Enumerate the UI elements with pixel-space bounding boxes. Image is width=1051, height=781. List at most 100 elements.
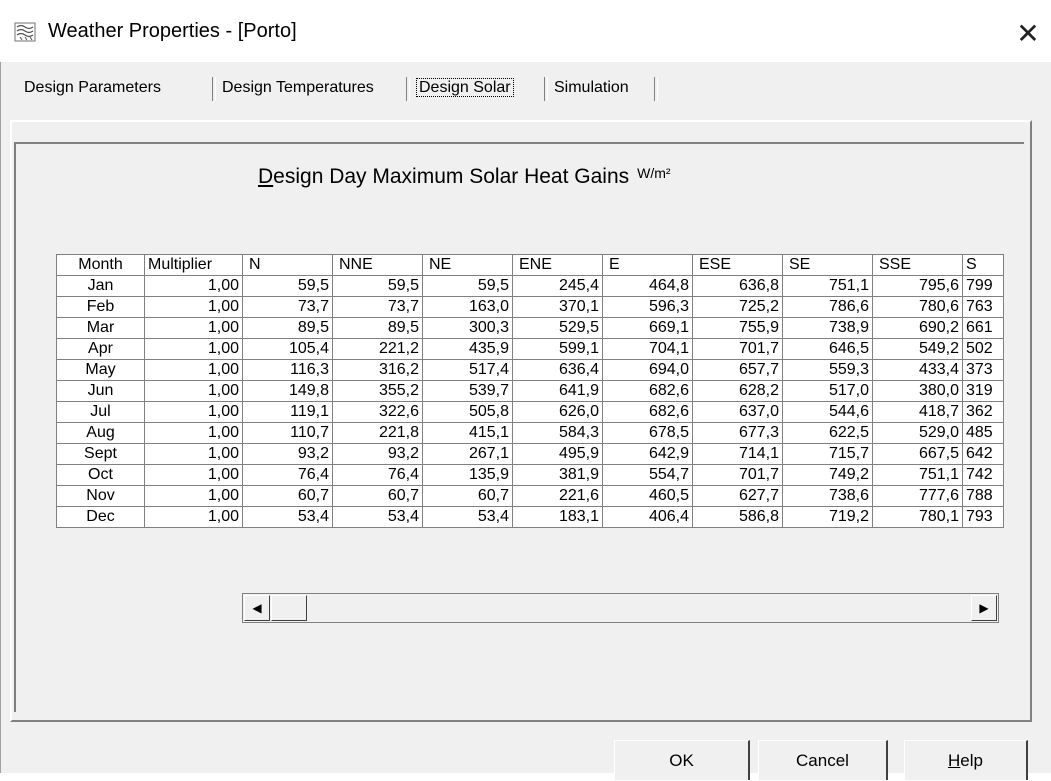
value-cell: 73,7 — [242, 296, 333, 318]
value-cell: 682,6 — [602, 380, 693, 402]
value-cell: 584,3 — [512, 422, 603, 444]
table-row: Apr 1,00 105,4 221,2 435,9 599,1 704,1 701,7 646… — [56, 338, 1004, 360]
value-cell: 221,2 — [332, 338, 423, 360]
value-cell: 694,0 — [602, 359, 693, 381]
value-cell: 742 — [962, 464, 1004, 486]
tab-design-solar[interactable]: Design Solar — [410, 73, 548, 103]
multiplier-cell[interactable]: 1,00 — [144, 338, 243, 360]
value-cell: 667,5 — [872, 443, 963, 465]
value-cell: 406,4 — [602, 506, 693, 528]
tab-design-parameters[interactable]: Design Parameters — [18, 73, 216, 103]
value-cell: 60,7 — [242, 485, 333, 507]
value-cell: 464,8 — [602, 275, 693, 297]
value-cell: 435,9 — [422, 338, 513, 360]
tab-design-temperatures[interactable]: Design Temperatures — [216, 73, 410, 103]
solar-gains-grid[interactable]: Month Multiplier N NNE NE ENE E ESE SE SSE S Jan 1,0… — [56, 254, 1004, 528]
value-cell: 599,1 — [512, 338, 603, 360]
value-cell: 53,4 — [422, 506, 513, 528]
column-header: ESE — [692, 254, 783, 276]
value-cell: 637,0 — [692, 401, 783, 423]
value-cell: 59,5 — [242, 275, 333, 297]
ok-button[interactable]: OK — [614, 740, 750, 780]
month-cell: Jul — [56, 401, 145, 423]
value-cell: 626,0 — [512, 401, 603, 423]
ok-label: OK — [669, 751, 694, 770]
scroll-left-icon[interactable]: ◀ — [244, 595, 270, 621]
multiplier-cell[interactable]: 1,00 — [144, 317, 243, 339]
help-button[interactable]: Help — [904, 740, 1028, 780]
value-cell: 636,4 — [512, 359, 603, 381]
tab-label: Design Temperatures — [222, 79, 374, 96]
multiplier-cell[interactable]: 1,00 — [144, 380, 243, 402]
value-cell: 76,4 — [242, 464, 333, 486]
value-cell: 381,9 — [512, 464, 603, 486]
scroll-right-icon[interactable]: ▶ — [971, 595, 997, 621]
value-cell: 89,5 — [242, 317, 333, 339]
value-cell: 60,7 — [422, 485, 513, 507]
value-cell: 678,5 — [602, 422, 693, 444]
multiplier-cell[interactable]: 1,00 — [144, 401, 243, 423]
window-title: Weather Properties - [Porto] — [48, 20, 297, 42]
value-cell: 59,5 — [422, 275, 513, 297]
tab-label: Design Parameters — [24, 79, 161, 96]
value-cell: 751,1 — [782, 275, 873, 297]
multiplier-cell[interactable]: 1,00 — [144, 275, 243, 297]
value-cell: 544,6 — [782, 401, 873, 423]
multiplier-cell[interactable]: 1,00 — [144, 422, 243, 444]
multiplier-cell[interactable]: 1,00 — [144, 443, 243, 465]
value-cell: 485 — [962, 422, 1004, 444]
value-cell: 793 — [962, 506, 1004, 528]
value-cell: 749,2 — [782, 464, 873, 486]
value-cell: 642,9 — [602, 443, 693, 465]
value-cell: 105,4 — [242, 338, 333, 360]
multiplier-cell[interactable]: 1,00 — [144, 464, 243, 486]
column-header: Multiplier — [144, 254, 243, 276]
value-cell: 799 — [962, 275, 1004, 297]
value-cell: 53,4 — [332, 506, 423, 528]
value-cell: 539,7 — [422, 380, 513, 402]
table-row: Jun 1,00 149,8 355,2 539,7 641,9 682,6 628,2 517… — [56, 380, 1004, 402]
value-cell: 780,1 — [872, 506, 963, 528]
multiplier-cell[interactable]: 1,00 — [144, 296, 243, 318]
value-cell: 93,2 — [242, 443, 333, 465]
value-cell: 322,6 — [332, 401, 423, 423]
close-icon[interactable]: ✕ — [1008, 14, 1048, 54]
horizontal-scrollbar[interactable]: ◀ ▶ — [242, 593, 999, 623]
multiplier-cell[interactable]: 1,00 — [144, 359, 243, 381]
cancel-button[interactable]: Cancel — [758, 740, 888, 780]
value-cell: 59,5 — [332, 275, 423, 297]
month-cell: Nov — [56, 485, 145, 507]
value-cell: 495,9 — [512, 443, 603, 465]
table-row: Sept 1,00 93,2 93,2 267,1 495,9 642,9 714,1 715,… — [56, 443, 1004, 465]
table-row: Jul 1,00 119,1 322,6 505,8 626,0 682,6 637,0 544… — [56, 401, 1004, 423]
value-cell: 93,2 — [332, 443, 423, 465]
value-cell: 788 — [962, 485, 1004, 507]
column-header: Month — [56, 254, 145, 276]
help-label: elp — [960, 751, 983, 770]
tab-simulation[interactable]: Simulation — [548, 73, 658, 103]
value-cell: 380,0 — [872, 380, 963, 402]
column-header: SE — [782, 254, 873, 276]
column-header: S — [962, 254, 1004, 276]
value-cell: 373 — [962, 359, 1004, 381]
table-row: Feb 1,00 73,7 73,7 163,0 370,1 596,3 725,2 786,6… — [56, 296, 1004, 318]
value-cell: 221,8 — [332, 422, 423, 444]
value-cell: 73,7 — [332, 296, 423, 318]
value-cell: 370,1 — [512, 296, 603, 318]
title-bar: Weather Properties - [Porto] ✕ — [0, 0, 1051, 62]
month-cell: Apr — [56, 338, 145, 360]
value-cell: 76,4 — [332, 464, 423, 486]
value-cell: 690,2 — [872, 317, 963, 339]
value-cell: 319 — [962, 380, 1004, 402]
multiplier-cell[interactable]: 1,00 — [144, 485, 243, 507]
value-cell: 267,1 — [422, 443, 513, 465]
scroll-thumb[interactable] — [271, 595, 307, 621]
value-cell: 554,7 — [602, 464, 693, 486]
value-cell: 715,7 — [782, 443, 873, 465]
multiplier-cell[interactable]: 1,00 — [144, 506, 243, 528]
value-cell: 502 — [962, 338, 1004, 360]
value-cell: 549,2 — [872, 338, 963, 360]
value-cell: 529,5 — [512, 317, 603, 339]
value-cell: 110,7 — [242, 422, 333, 444]
table-row: Jan 1,00 59,5 59,5 59,5 245,4 464,8 636,8 751,1 7… — [56, 275, 1004, 297]
